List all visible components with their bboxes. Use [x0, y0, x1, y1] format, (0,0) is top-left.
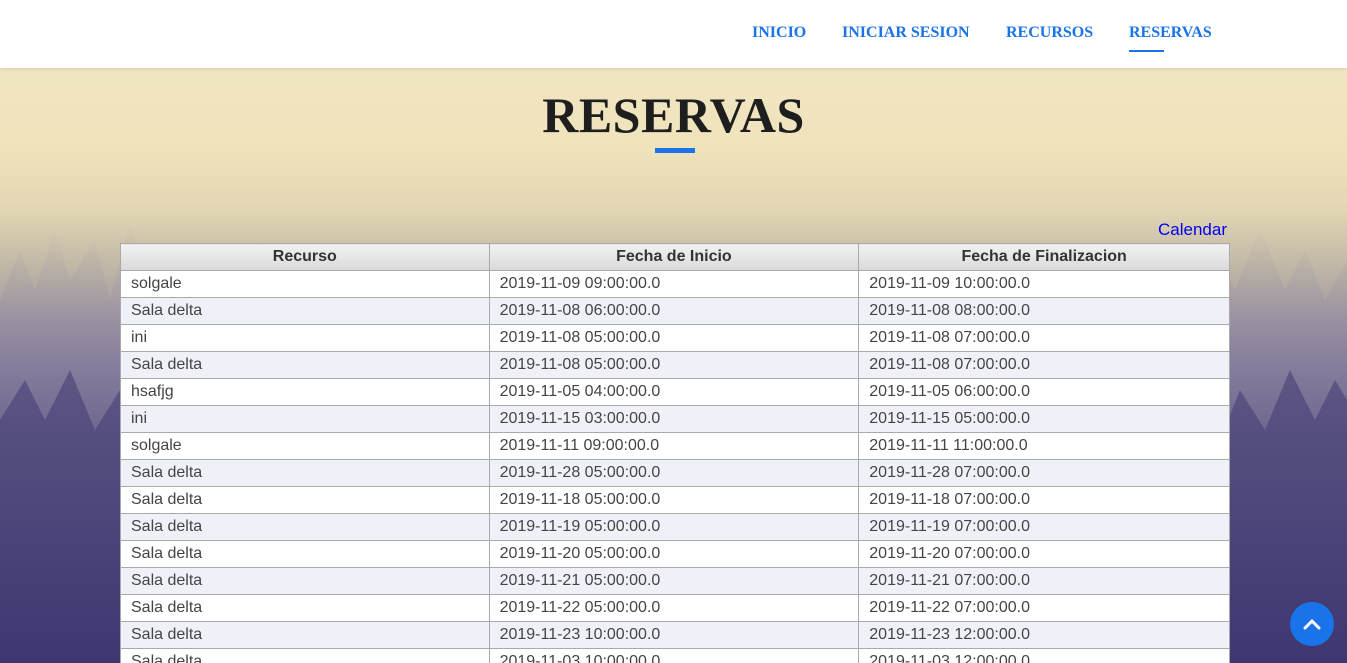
table-row: ini 2019-11-15 03:00:00.0 2019-11-15 05:00… — [120, 405, 1230, 433]
cell-fecha-fin: 2019-11-23 12:00:00.0 — [858, 621, 1230, 649]
cell-fecha-inicio: 2019-11-08 05:00:00.0 — [488, 324, 860, 352]
table-row: solgale 2019-11-09 09:00:00.0 2019-11-09 1… — [120, 270, 1230, 298]
table-row: Sala delta 2019-11-08 05:00:00.0 2019-11-0… — [120, 351, 1230, 379]
column-header-recurso: Recurso — [120, 243, 490, 271]
cell-fecha-fin: 2019-11-05 06:00:00.0 — [858, 378, 1230, 406]
cell-fecha-fin: 2019-11-03 12:00:00.0 — [858, 648, 1230, 663]
cell-recurso: solgale — [120, 432, 490, 460]
cell-recurso: Sala delta — [120, 486, 490, 514]
top-navbar: INICIO INICIAR SESION RECURSOS RESERVAS — [0, 0, 1347, 68]
table-row: Sala delta 2019-11-21 05:00:00.0 2019-11-2… — [120, 567, 1230, 595]
cell-recurso: Sala delta — [120, 513, 490, 541]
scroll-to-top-button[interactable] — [1290, 602, 1334, 646]
calendar-link[interactable]: Calendar — [1158, 220, 1227, 240]
active-nav-indicator — [1129, 50, 1164, 52]
table-row: Sala delta 2019-11-03 10:00:00.0 2019-11-0… — [120, 648, 1230, 663]
cell-fecha-fin: 2019-11-11 11:00:00.0 — [858, 432, 1230, 460]
table-row: Sala delta 2019-11-19 05:00:00.0 2019-11-1… — [120, 513, 1230, 541]
cell-recurso: Sala delta — [120, 459, 490, 487]
cell-fecha-fin: 2019-11-09 10:00:00.0 — [858, 270, 1230, 298]
cell-recurso: Sala delta — [120, 540, 490, 568]
cell-recurso: solgale — [120, 270, 490, 298]
cell-fecha-fin: 2019-11-08 07:00:00.0 — [858, 351, 1230, 379]
cell-fecha-inicio: 2019-11-19 05:00:00.0 — [488, 513, 860, 541]
cell-recurso: Sala delta — [120, 297, 490, 325]
cell-recurso: Sala delta — [120, 567, 490, 595]
table-row: Sala delta 2019-11-18 05:00:00.0 2019-11-1… — [120, 486, 1230, 514]
cell-fecha-inicio: 2019-11-15 03:00:00.0 — [488, 405, 860, 433]
table-row: Sala delta 2019-11-23 10:00:00.0 2019-11-2… — [120, 621, 1230, 649]
cell-fecha-fin: 2019-11-22 07:00:00.0 — [858, 594, 1230, 622]
cell-fecha-fin: 2019-11-08 08:00:00.0 — [858, 297, 1230, 325]
cell-recurso: ini — [120, 405, 490, 433]
column-header-fecha-inicio: Fecha de Inicio — [488, 243, 860, 271]
nav-item-reservas[interactable]: RESERVAS — [1129, 24, 1212, 42]
cell-recurso: hsafjg — [120, 378, 490, 406]
table-row: Sala delta 2019-11-08 06:00:00.0 2019-11-0… — [120, 297, 1230, 325]
cell-fecha-inicio: 2019-11-03 10:00:00.0 — [488, 648, 860, 663]
table-row: Sala delta 2019-11-28 05:00:00.0 2019-11-2… — [120, 459, 1230, 487]
cell-fecha-inicio: 2019-11-11 09:00:00.0 — [488, 432, 860, 460]
table-row: hsafjg 2019-11-05 04:00:00.0 2019-11-05 06… — [120, 378, 1230, 406]
column-header-fecha-finalizacion: Fecha de Finalizacion — [858, 243, 1230, 271]
table-header-row: Recurso Fecha de Inicio Fecha de Finaliz… — [120, 243, 1230, 271]
cell-fecha-fin: 2019-11-20 07:00:00.0 — [858, 540, 1230, 568]
table-row: ini 2019-11-08 05:00:00.0 2019-11-08 07:00… — [120, 324, 1230, 352]
table-row: Sala delta 2019-11-20 05:00:00.0 2019-11-2… — [120, 540, 1230, 568]
page-title: RESERVAS — [542, 87, 805, 143]
cell-fecha-inicio: 2019-11-08 06:00:00.0 — [488, 297, 860, 325]
cell-fecha-fin: 2019-11-28 07:00:00.0 — [858, 459, 1230, 487]
cell-recurso: ini — [120, 324, 490, 352]
cell-recurso: Sala delta — [120, 351, 490, 379]
cell-fecha-inicio: 2019-11-08 05:00:00.0 — [488, 351, 860, 379]
cell-recurso: Sala delta — [120, 594, 490, 622]
cell-fecha-inicio: 2019-11-05 04:00:00.0 — [488, 378, 860, 406]
cell-fecha-fin: 2019-11-19 07:00:00.0 — [858, 513, 1230, 541]
cell-fecha-fin: 2019-11-08 07:00:00.0 — [858, 324, 1230, 352]
cell-fecha-inicio: 2019-11-09 09:00:00.0 — [488, 270, 860, 298]
nav-item-inicio[interactable]: INICIO — [752, 24, 806, 42]
cell-fecha-fin: 2019-11-18 07:00:00.0 — [858, 486, 1230, 514]
cell-fecha-inicio: 2019-11-23 10:00:00.0 — [488, 621, 860, 649]
cell-recurso: Sala delta — [120, 648, 490, 663]
nav-item-recursos[interactable]: RECURSOS — [1006, 24, 1093, 42]
title-underline — [655, 148, 695, 153]
cell-fecha-inicio: 2019-11-18 05:00:00.0 — [488, 486, 860, 514]
cell-fecha-inicio: 2019-11-22 05:00:00.0 — [488, 594, 860, 622]
cell-fecha-fin: 2019-11-21 07:00:00.0 — [858, 567, 1230, 595]
cell-fecha-inicio: 2019-11-21 05:00:00.0 — [488, 567, 860, 595]
table-row: solgale 2019-11-11 09:00:00.0 2019-11-11 1… — [120, 432, 1230, 460]
cell-recurso: Sala delta — [120, 621, 490, 649]
cell-fecha-inicio: 2019-11-20 05:00:00.0 — [488, 540, 860, 568]
cell-fecha-fin: 2019-11-15 05:00:00.0 — [858, 405, 1230, 433]
reservations-table: Recurso Fecha de Inicio Fecha de Finaliz… — [120, 243, 1230, 663]
chevron-up-icon — [1303, 619, 1321, 630]
cell-fecha-inicio: 2019-11-28 05:00:00.0 — [488, 459, 860, 487]
table-row: Sala delta 2019-11-22 05:00:00.0 2019-11-2… — [120, 594, 1230, 622]
nav-item-iniciar-sesion[interactable]: INICIAR SESION — [842, 24, 970, 42]
